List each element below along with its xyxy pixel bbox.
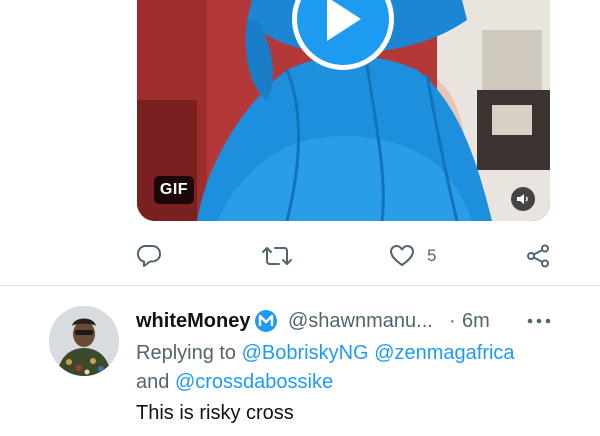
tweet-action-bar: 5 [0,236,600,276]
like-button[interactable]: 5 [389,244,436,268]
heart-icon [390,245,414,266]
retweet-icon [262,247,292,265]
mention-link[interactable]: @BobriskyNG [242,342,369,364]
tweet-media-gif[interactable]: GIF [137,0,550,221]
retweet-button[interactable] [262,244,292,268]
volume-icon [517,194,528,204]
tweet-timestamp[interactable]: 6m [462,307,490,335]
mention-link[interactable]: @zenmagafrica [374,342,514,364]
mute-button[interactable] [511,187,535,211]
avatar[interactable] [49,306,119,376]
play-icon [327,0,361,41]
tweet-divider [0,285,600,286]
more-options-button[interactable] [526,311,552,331]
replying-to-label: Replying to [136,342,237,364]
tweet-text: This is risky cross [136,402,294,424]
replying-to-continued: and @crossdabossike [136,368,576,396]
tweet-header: whiteMoney @shawnmanu... · 6m [136,307,556,335]
verified-badge-icon [255,310,277,332]
share-button[interactable] [526,244,550,268]
gif-badge: GIF [154,176,194,204]
avatar-image [49,306,119,376]
user-handle[interactable]: @shawnmanu... [288,307,433,335]
separator-dot: · [449,310,456,332]
mention-link[interactable]: @crossdabossike [175,371,333,393]
replying-to: Replying to @BobriskyNG @zenmagafrica [136,339,576,367]
more-icon [527,318,551,324]
reply-button[interactable] [136,244,162,268]
display-name[interactable]: whiteMoney [136,307,250,335]
reply-icon [137,245,161,267]
like-count: 5 [427,246,437,265]
and-label: and [136,371,170,393]
share-icon [527,244,549,268]
